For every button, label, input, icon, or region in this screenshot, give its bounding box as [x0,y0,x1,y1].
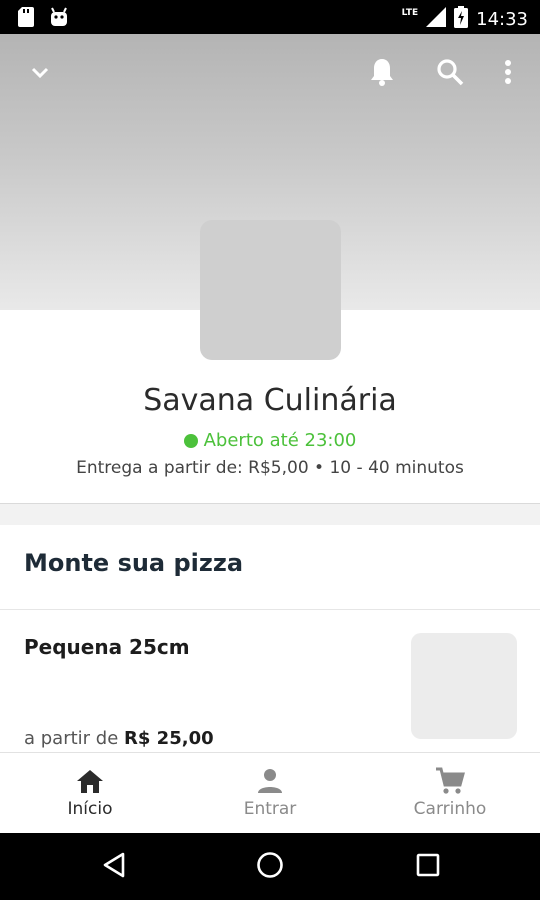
person-icon [257,767,283,795]
nav-item-carrinho[interactable]: Carrinho [360,753,540,834]
more-vert-icon [504,59,512,89]
signal-icon [426,7,447,31]
collapse-button[interactable] [22,56,58,92]
store-name: Savana Culinária [143,383,397,418]
recents-square-icon [416,853,440,881]
open-status-text: Aberto até 23:00 [203,430,357,451]
chevron-down-icon [30,65,50,84]
recents-button[interactable] [412,851,444,883]
search-icon [436,58,464,90]
menu-item-price: a partir de R$ 25,00 [24,728,214,749]
delivery-info: Entrega a partir de: R$5,00 • 10 - 40 mi… [76,458,464,478]
clock: 14:33 [476,8,528,30]
status-bar: LTE 14:33 [0,0,540,34]
nav-item-label: Início [67,799,113,819]
nav-item-inicio[interactable]: Início [0,753,180,834]
network-type: LTE [401,8,419,18]
status-bar-left [18,7,68,31]
more-options-button[interactable] [490,56,526,92]
battery-charging-icon [454,6,469,32]
bell-icon [369,57,395,91]
nav-item-label: Entrar [243,799,297,819]
sd-card-icon [18,7,34,31]
home-button[interactable] [254,851,286,883]
section-title-divider [0,609,540,610]
open-status: Aberto até 23:00 [0,430,540,451]
menu-item-name: Pequena 25cm [24,635,190,659]
notifications-button[interactable] [364,56,400,92]
system-navigation-bar [0,833,540,900]
back-button[interactable] [98,851,130,883]
menu-item-price-prefix: a partir de [24,728,119,749]
cart-icon [435,767,465,795]
section-title: Monte sua pizza [24,549,244,577]
home-icon [76,767,104,795]
nav-item-label: Carrinho [413,799,487,819]
open-status-dot-icon [183,433,198,448]
android-icon [50,7,68,31]
status-bar-right: LTE 14:33 [402,6,528,32]
home-circle-icon [256,851,284,883]
section-divider [0,503,540,525]
back-triangle-icon [102,852,126,882]
bottom-navigation: Início Entrar Carrinho [0,752,540,833]
menu-item-image [411,633,517,739]
store-logo [200,220,341,360]
menu-item-price-value: R$ 25,00 [124,728,214,749]
nav-item-entrar[interactable]: Entrar [180,753,360,834]
search-button[interactable] [432,56,468,92]
